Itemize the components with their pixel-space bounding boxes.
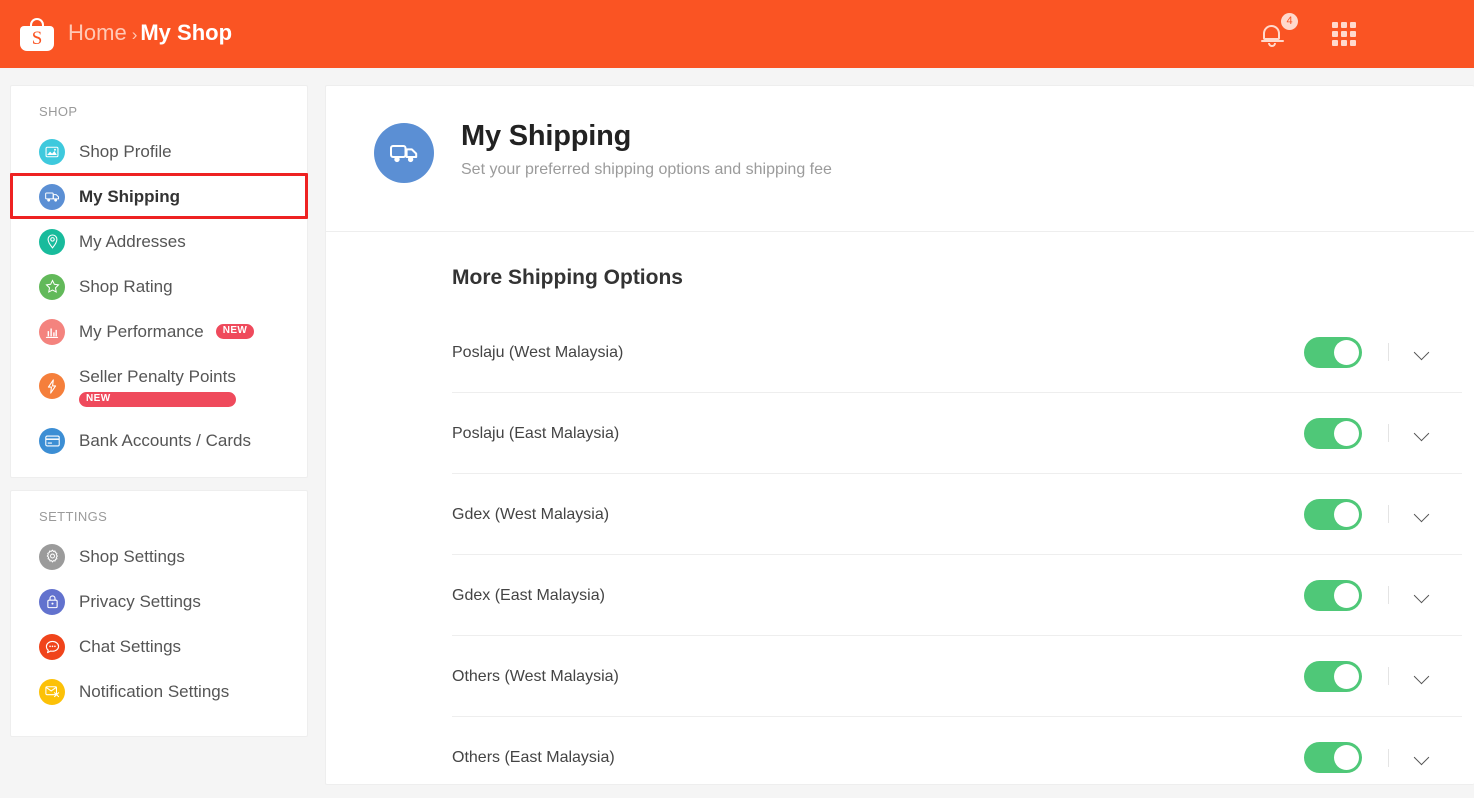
row-divider bbox=[1388, 424, 1389, 442]
sidebar-item-label: My Addresses bbox=[79, 231, 186, 251]
credit-card-icon bbox=[39, 427, 65, 454]
sidebar-item-my-addresses[interactable]: My Addresses bbox=[11, 219, 307, 264]
chevron-down-icon[interactable] bbox=[1415, 750, 1430, 765]
row-divider bbox=[1388, 505, 1389, 523]
breadcrumb-current-page: My Shop bbox=[140, 20, 233, 45]
row-divider bbox=[1388, 748, 1389, 767]
sidebar-item-my-performance[interactable]: My Performance NEW bbox=[11, 309, 307, 354]
notifications-button[interactable]: 4 bbox=[1260, 13, 1298, 49]
sidebar-item-label: Privacy Settings bbox=[79, 591, 201, 611]
page-header: My Shipping Set your preferred shipping … bbox=[326, 86, 1474, 232]
sidebar-item-my-shipping[interactable]: My Shipping bbox=[11, 174, 307, 219]
shipping-option-row: Gdex (East Malaysia) bbox=[452, 555, 1462, 636]
grid-apps-icon[interactable] bbox=[1332, 22, 1356, 46]
shop-profile-icon bbox=[39, 138, 65, 165]
new-badge: NEW bbox=[215, 324, 255, 339]
breadcrumb: Home › My Shop bbox=[68, 20, 232, 48]
shipping-option-label: Gdex (West Malaysia) bbox=[452, 505, 610, 523]
top-header-bar: S Home › My Shop 4 bbox=[0, 0, 1474, 68]
sidebar-item-label: Shop Profile bbox=[79, 141, 172, 161]
sidebar-item-shop-profile[interactable]: Shop Profile bbox=[11, 129, 307, 174]
shipping-option-label: Others (East Malaysia) bbox=[452, 749, 615, 766]
shipping-option-row: Others (East Malaysia) bbox=[452, 717, 1462, 798]
chevron-down-icon[interactable] bbox=[1415, 507, 1430, 522]
sidebar-item-shop-settings[interactable]: Shop Settings bbox=[11, 534, 307, 579]
bell-icon bbox=[1261, 25, 1284, 43]
chevron-down-icon[interactable] bbox=[1415, 588, 1430, 603]
brand-breadcrumb-area: S Home › My Shop bbox=[0, 17, 232, 51]
shipping-option-label: Gdex (East Malaysia) bbox=[452, 586, 605, 604]
shipping-option-toggle[interactable] bbox=[1304, 336, 1362, 368]
notification-mail-icon bbox=[39, 678, 65, 705]
gear-icon bbox=[39, 543, 65, 570]
location-pin-icon bbox=[39, 228, 65, 255]
sidebar-item-label: Shop Rating bbox=[79, 276, 173, 296]
shipping-option-row: Poslaju (East Malaysia) bbox=[452, 393, 1462, 474]
chevron-down-icon[interactable] bbox=[1415, 426, 1430, 441]
sidebar-item-seller-penalty-points[interactable]: Seller Penalty Points NEW bbox=[11, 354, 307, 418]
sidebar-item-privacy-settings[interactable]: Privacy Settings bbox=[11, 579, 307, 624]
new-badge: NEW bbox=[79, 391, 236, 407]
shipping-option-row: Others (West Malaysia) bbox=[452, 636, 1462, 717]
sidebar-item-shop-rating[interactable]: Shop Rating bbox=[11, 264, 307, 309]
shipping-option-label: Poslaju (East Malaysia) bbox=[452, 424, 620, 442]
section-title-more-shipping-options: More Shipping Options bbox=[452, 266, 683, 289]
sidebar-shop-section: SHOP Shop Profile My Shipping My Address… bbox=[10, 85, 308, 478]
notification-count-badge: 4 bbox=[1281, 13, 1298, 30]
sidebar-shop-heading: SHOP bbox=[39, 104, 78, 119]
shipping-option-toggle[interactable] bbox=[1304, 742, 1362, 773]
page-body: SHOP Shop Profile My Shipping My Address… bbox=[0, 68, 1474, 785]
main-content-panel: My Shipping Set your preferred shipping … bbox=[325, 85, 1474, 785]
bar-chart-icon bbox=[39, 318, 65, 345]
sidebar-settings-section: SETTINGS Shop Settings Privacy Settings … bbox=[10, 490, 308, 737]
sidebar-item-label: Seller Penalty Points bbox=[79, 366, 236, 386]
chevron-down-icon[interactable] bbox=[1415, 669, 1430, 684]
page-subtitle: Set your preferred shipping options and … bbox=[461, 161, 832, 178]
sidebar: SHOP Shop Profile My Shipping My Address… bbox=[10, 85, 308, 737]
sidebar-item-label: My Shipping bbox=[79, 186, 181, 206]
page-title: My Shipping bbox=[461, 120, 632, 152]
row-divider bbox=[1388, 667, 1389, 685]
shipping-option-row: Poslaju (West Malaysia) bbox=[452, 312, 1462, 393]
sidebar-item-label: Notification Settings bbox=[79, 681, 230, 701]
sidebar-item-label: Chat Settings bbox=[79, 636, 182, 656]
lock-icon bbox=[39, 588, 65, 615]
sidebar-item-label: Bank Accounts / Cards bbox=[79, 430, 251, 450]
shipping-option-toggle[interactable] bbox=[1304, 498, 1362, 530]
shipping-option-toggle[interactable] bbox=[1304, 579, 1362, 611]
chat-bubble-icon bbox=[39, 633, 65, 660]
row-divider bbox=[1388, 343, 1389, 361]
chevron-down-icon[interactable] bbox=[1415, 345, 1430, 360]
row-divider bbox=[1388, 586, 1389, 604]
star-icon bbox=[39, 273, 65, 300]
lightning-bolt-icon bbox=[39, 373, 65, 399]
sidebar-item-notification-settings[interactable]: Notification Settings bbox=[11, 669, 307, 714]
sidebar-item-label: My Performance bbox=[79, 321, 204, 341]
truck-icon bbox=[374, 123, 434, 183]
shipping-options-list: Poslaju (West Malaysia) Poslaju (East Ma… bbox=[326, 312, 1474, 798]
sidebar-settings-heading: SETTINGS bbox=[39, 509, 108, 524]
bell-clapper-icon bbox=[1268, 43, 1276, 47]
shipping-option-row: Gdex (West Malaysia) bbox=[452, 474, 1462, 555]
breadcrumb-separator-icon: › bbox=[131, 25, 138, 44]
shipping-option-toggle[interactable] bbox=[1304, 417, 1362, 449]
shipping-option-label: Poslaju (West Malaysia) bbox=[452, 343, 624, 361]
sidebar-item-bank-accounts-cards[interactable]: Bank Accounts / Cards bbox=[11, 418, 307, 463]
breadcrumb-home-link[interactable]: Home bbox=[68, 20, 127, 46]
shipping-option-toggle[interactable] bbox=[1304, 660, 1362, 692]
sidebar-item-label: Shop Settings bbox=[79, 546, 185, 566]
truck-icon bbox=[39, 183, 65, 210]
sidebar-item-chat-settings[interactable]: Chat Settings bbox=[11, 624, 307, 669]
shopee-bag-logo-icon[interactable]: S bbox=[20, 17, 54, 51]
header-actions: 4 bbox=[1260, 13, 1474, 49]
logo-letter: S bbox=[31, 28, 43, 49]
shipping-option-label: Others (West Malaysia) bbox=[452, 667, 619, 685]
